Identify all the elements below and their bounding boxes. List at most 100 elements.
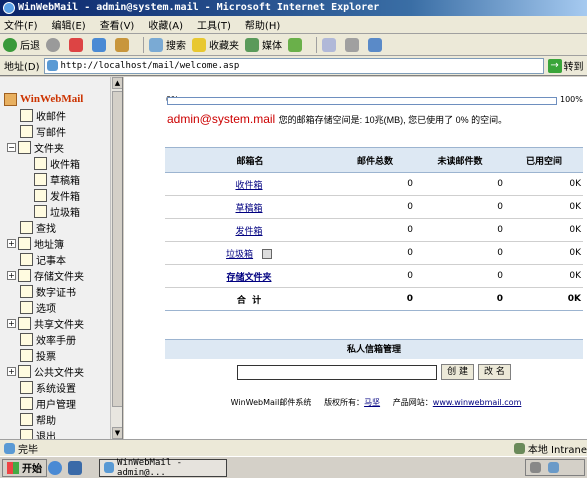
sidebar-item-planner[interactable]: 效率手册 [20, 331, 76, 347]
back-button[interactable]: 后退 [3, 37, 40, 52]
inbox-icon [34, 156, 47, 170]
sidebar-item-certificate[interactable]: 数字证书 [20, 283, 76, 299]
sidebar-item-inbox[interactable]: 收件箱 [34, 155, 80, 171]
drafts-link[interactable]: 草稿箱 [235, 204, 262, 214]
create-button[interactable]: 创 建 [441, 364, 474, 380]
history-button[interactable] [288, 37, 305, 52]
sidebar-item-public[interactable]: + 公共文件夹 [7, 363, 84, 379]
ie-icon [3, 2, 15, 14]
menu-file[interactable]: 文件(F) [4, 17, 38, 32]
expand-icon[interactable]: + [7, 366, 16, 376]
sidebar-scrollbar[interactable]: ▲ ▼ [110, 77, 122, 439]
scroll-thumb[interactable] [112, 91, 122, 407]
sent-link[interactable]: 发件箱 [235, 227, 262, 237]
sidebar-item-shared[interactable]: + 共享文件夹 [7, 315, 84, 331]
receive-mail-icon [20, 108, 33, 122]
size-cell: 0K [505, 218, 583, 242]
help-icon [20, 412, 33, 426]
sidebar-item-logout[interactable]: 退出 [20, 427, 56, 439]
expand-icon[interactable]: + [7, 270, 16, 280]
sidebar-item-help[interactable]: 帮助 [20, 411, 56, 427]
certificate-icon [20, 284, 33, 298]
go-button[interactable]: → 转到 [547, 58, 584, 73]
scroll-down-icon[interactable]: ▼ [112, 427, 122, 439]
sidebar-item-compose[interactable]: 写邮件 [20, 123, 66, 139]
sidebar-item-addressbook[interactable]: + 地址簿 [7, 235, 64, 251]
sidebar-item-vote[interactable]: 投票 [20, 347, 56, 363]
sidebar-item-receive[interactable]: 收邮件 [20, 107, 66, 123]
volume-icon[interactable] [530, 462, 541, 473]
quota-max-label: 100% [560, 95, 583, 104]
private-mailbox-row: 创 建 改 名 [165, 361, 583, 383]
storage-link[interactable]: 存储文件夹 [226, 273, 271, 283]
star-icon [192, 37, 206, 52]
brand-node[interactable]: WinWebMail [4, 91, 83, 107]
search-button[interactable]: 搜索 [149, 37, 186, 52]
address-input[interactable]: http://localhost/mail/welcome.asp [43, 57, 544, 74]
author-link[interactable]: 马坚 [364, 398, 380, 407]
search-icon [149, 37, 163, 52]
taskbar-ie-task[interactable]: WinWebMail - admin@... [99, 458, 227, 478]
mailbox-name-cell: 收件箱 [165, 172, 335, 196]
refresh-button[interactable] [92, 37, 109, 52]
home-icon [115, 37, 129, 52]
page-icon [46, 60, 58, 71]
home-button[interactable] [115, 37, 132, 52]
expand-icon[interactable]: + [7, 238, 16, 248]
sidebar-item-sent[interactable]: 发件箱 [34, 187, 80, 203]
footer-site-label: 产品网站： [392, 398, 433, 407]
start-button[interactable]: 开始 [2, 458, 47, 477]
sidebar-item-settings[interactable]: 系统设置 [20, 379, 76, 395]
page-done-icon [4, 442, 15, 454]
sidebar-item-drafts[interactable]: 草稿箱 [34, 171, 80, 187]
desktop-quicklaunch-icon[interactable] [68, 461, 82, 475]
menu-edit[interactable]: 编辑(E) [52, 17, 86, 32]
stop-button[interactable] [69, 37, 86, 52]
logout-icon [20, 428, 33, 439]
history-icon [288, 37, 302, 52]
menu-favorites[interactable]: 收藏(A) [148, 17, 183, 32]
mailbox-name-input[interactable] [237, 364, 438, 380]
sidebar-item-users[interactable]: 用户管理 [20, 395, 76, 411]
address-bar: 地址(D) http://localhost/mail/welcome.asp … [0, 56, 587, 76]
rename-button[interactable]: 改 名 [478, 364, 511, 380]
sidebar-item-notepad[interactable]: 记事本 [20, 251, 66, 267]
stop-icon [69, 37, 83, 52]
collapse-icon[interactable]: − [7, 142, 16, 152]
inbox-link[interactable]: 收件箱 [235, 181, 262, 191]
table-row: 草稿箱 0 0 0K [165, 195, 583, 219]
sidebar-item-find[interactable]: 查找 [20, 219, 56, 235]
size-cell: 0K [505, 264, 583, 288]
menu-view[interactable]: 查看(V) [100, 17, 135, 32]
print-button[interactable] [345, 37, 362, 52]
ie-quicklaunch-icon[interactable] [48, 461, 62, 475]
mail-icon [322, 37, 336, 52]
sidebar-item-folders[interactable]: − 文件夹 [7, 139, 64, 155]
empty-trash-icon[interactable] [261, 249, 272, 259]
mail-button[interactable] [322, 37, 339, 52]
edit-icon [368, 37, 382, 52]
menu-help[interactable]: 帮助(H) [245, 17, 280, 32]
size-cell: 0K [505, 195, 583, 219]
sidebar-item-storage[interactable]: + 存储文件夹 [7, 267, 84, 283]
zone-indicator: 本地 Intrane [513, 441, 587, 456]
menu-tools[interactable]: 工具(T) [197, 17, 231, 32]
vote-icon [20, 348, 33, 362]
sidebar-item-trash[interactable]: 垃圾箱 [34, 203, 80, 219]
forward-button[interactable] [46, 37, 63, 52]
quota-text: 您的邮箱存储空间是: 10兆(MB), 您已使用了 0% 的空间。 [278, 115, 508, 125]
favorites-button[interactable]: 收藏夹 [192, 37, 239, 52]
scroll-up-icon[interactable]: ▲ [112, 77, 122, 89]
site-link[interactable]: www.winwebmail.com [433, 398, 522, 407]
header-total: 邮件总数 [335, 147, 415, 173]
settings-icon [20, 380, 33, 394]
trash-link[interactable]: 垃圾箱 [226, 250, 253, 260]
unread-cell: 0 [415, 287, 505, 311]
sidebar-item-options[interactable]: 选项 [20, 299, 56, 315]
address-label: 地址(D) [4, 62, 40, 73]
intranet-icon [513, 443, 525, 454]
media-button[interactable]: 媒体 [245, 37, 282, 52]
expand-icon[interactable]: + [7, 318, 16, 328]
network-icon[interactable] [548, 462, 559, 473]
edit-button[interactable] [368, 37, 385, 52]
